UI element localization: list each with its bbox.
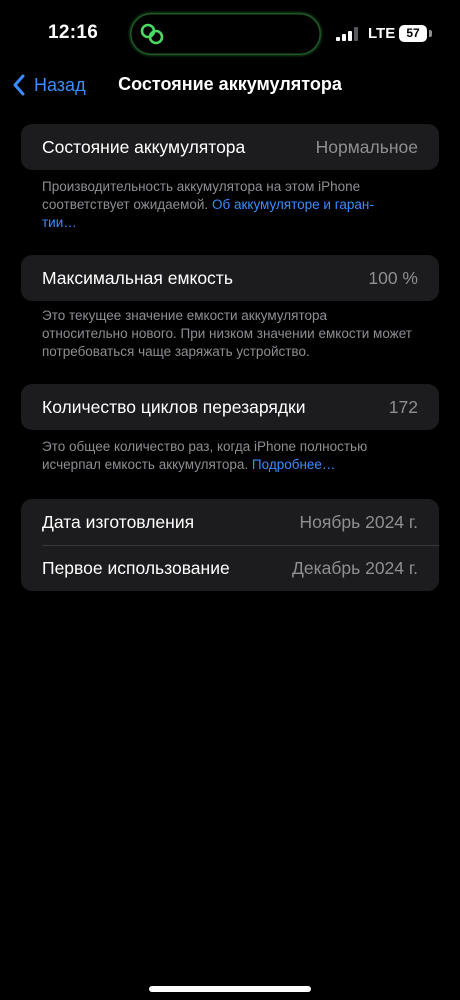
back-label: Назад: [34, 74, 86, 95]
back-button[interactable]: Назад: [12, 72, 86, 98]
max-capacity-label: Максимальная емкость: [42, 267, 233, 288]
cycle-count-row: Количество циклов перезарядки 172: [21, 384, 439, 430]
status-time: 12:16: [48, 22, 99, 43]
max-capacity-group: Максимальная емкость 100 %: [21, 255, 439, 301]
cycle-count-group: Количество циклов перезарядки 172: [21, 384, 439, 430]
battery-state-value: Нормальное: [315, 136, 418, 157]
battery-state-row: Состояние аккумулятора Нормальное: [21, 124, 439, 170]
battery-icon: 57: [399, 25, 427, 42]
first-use-value: Декабрь 2024 г.: [292, 557, 418, 578]
manufacture-date-label: Дата изготовления: [42, 511, 195, 532]
first-use-row: Первое использование Декабрь 2024 г.: [21, 545, 439, 591]
navigation-bar: Состояние аккумулятора Назад: [0, 64, 460, 104]
dynamic-island[interactable]: [130, 13, 321, 55]
dates-group: Дата изготовления Ноябрь 2024 г. Первое …: [21, 499, 439, 591]
cycle-count-footnote: Это общее количество раз, когда iPhone п…: [42, 438, 412, 474]
cellular-signal-icon: [336, 27, 358, 41]
manufacture-date-value: Ноябрь 2024 г.: [299, 511, 418, 532]
chevron-left-icon: [13, 74, 25, 96]
learn-more-link[interactable]: Подробнее…: [252, 457, 336, 472]
network-type: LTE: [368, 25, 396, 42]
linked-rings-icon: [140, 23, 164, 45]
status-bar: 12:16 LTE 57: [0, 0, 460, 68]
battery-level: 57: [406, 26, 420, 40]
max-capacity-row: Максимальная емкость 100 %: [21, 255, 439, 301]
battery-state-footnote: Производительность аккумулятора на этом …: [42, 178, 412, 232]
cycle-count-value: 172: [388, 396, 418, 417]
cycle-count-label: Количество циклов перезарядки: [42, 396, 306, 417]
battery-state-group: Состояние аккумулятора Нормальное: [21, 124, 439, 170]
home-indicator[interactable]: [149, 986, 311, 992]
max-capacity-footnote: Это текущее значение емкости аккумулятор…: [42, 308, 412, 359]
battery-cap: [429, 30, 432, 37]
battery-state-label: Состояние аккумулятора: [42, 136, 246, 157]
first-use-label: Первое использование: [42, 557, 230, 578]
max-capacity-value: 100 %: [368, 267, 418, 288]
manufacture-date-row: Дата изготовления Ноябрь 2024 г.: [21, 499, 439, 545]
